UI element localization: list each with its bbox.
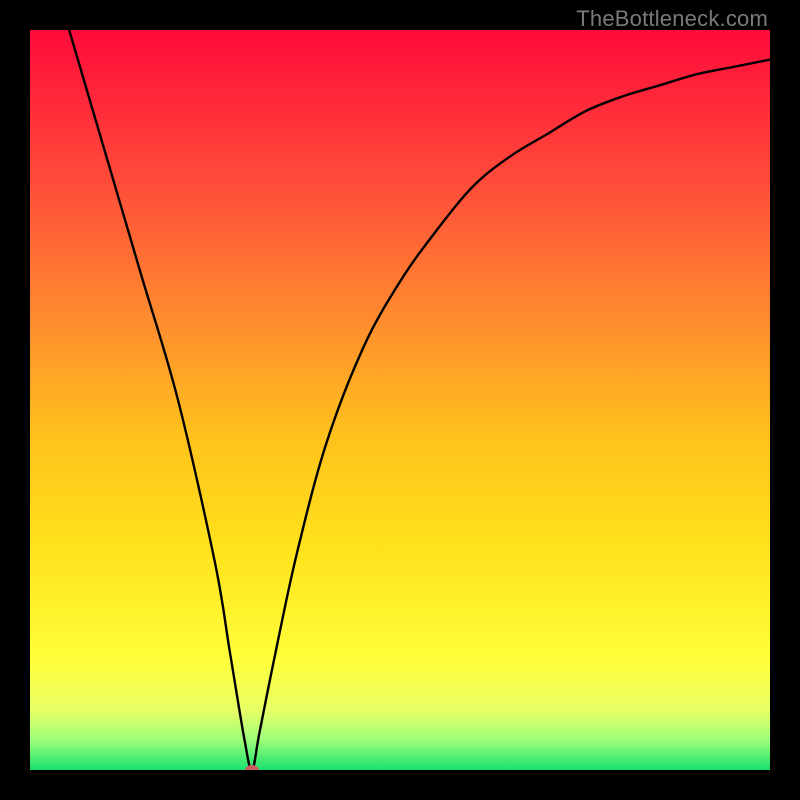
watermark-text: TheBottleneck.com [576,6,768,32]
plot-area [30,30,770,770]
minimum-marker [245,765,259,770]
bottleneck-curve [30,30,770,770]
chart-frame: TheBottleneck.com [0,0,800,800]
